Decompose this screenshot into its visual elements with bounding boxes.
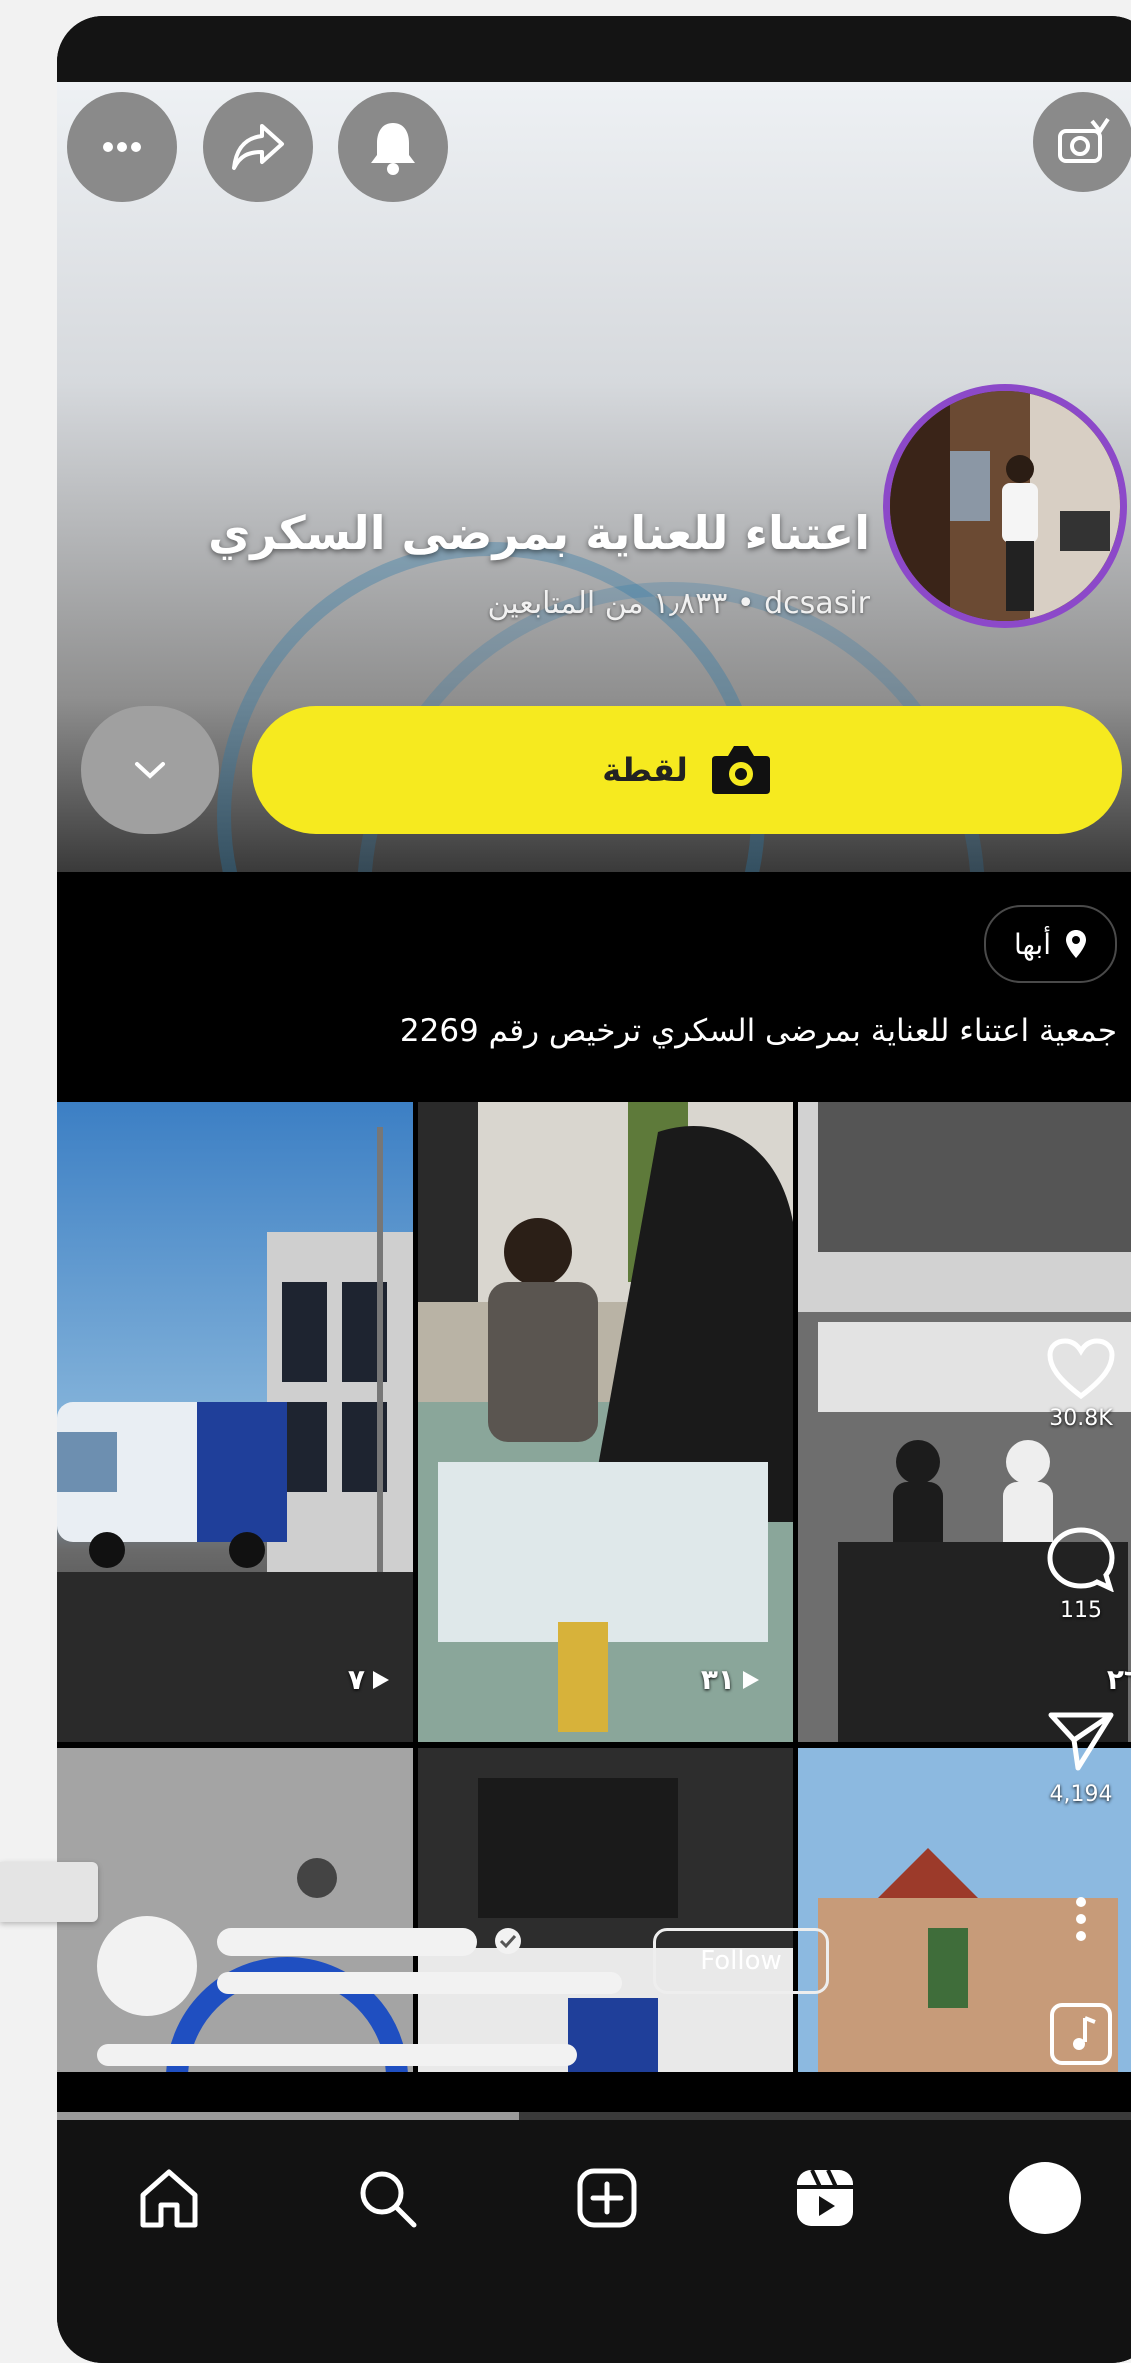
phone-screen: اعتناء للعناية بمرضى السكري dcsasir • ١٫… [57, 16, 1131, 2363]
reel-progress-fill [57, 2112, 519, 2120]
more-button[interactable] [67, 92, 177, 202]
tile-view-count: ٧ [348, 1663, 391, 1696]
tile-view-count: ٢٦ [1107, 1663, 1131, 1696]
camera-switch-button[interactable] [1033, 92, 1131, 192]
notification-button[interactable] [338, 92, 448, 202]
like-count: 30.8K [1049, 1406, 1113, 1431]
play-icon [373, 1670, 389, 1689]
send-icon [1048, 1712, 1114, 1771]
profile-name: اعتناء للعناية بمرضى السكري [208, 506, 870, 560]
avatar-photo [890, 391, 1120, 621]
snap-label: لقطة [602, 751, 688, 789]
tile-count-value: ٧ [347, 1663, 365, 1696]
nav-create[interactable] [567, 2158, 647, 2238]
status-bar [57, 16, 1131, 82]
more-dots-icon [103, 142, 141, 152]
author-avatar[interactable] [97, 1916, 197, 2016]
profile-header: اعتناء للعناية بمرضى السكري dcsasir • ١٫… [57, 82, 1131, 872]
share-count: 4,194 [1049, 1782, 1113, 1807]
bottom-nav [57, 2120, 1131, 2363]
nav-search[interactable] [347, 2158, 427, 2238]
snap-button[interactable]: لقطة [252, 706, 1122, 834]
tile-view-count: ٣١ [701, 1663, 761, 1696]
share-action[interactable]: 4,194 [1031, 1710, 1131, 1807]
comment-icon [1047, 1527, 1115, 1592]
reels-icon [797, 2169, 853, 2226]
location-pin-icon [1066, 930, 1086, 958]
follow-button[interactable]: Follow [653, 1928, 829, 1994]
nav-profile[interactable] [1005, 2158, 1085, 2238]
expand-button[interactable] [81, 706, 219, 834]
profile-description: جمعية اعتناء للعناية بمرضى السكري ترخيص … [399, 1013, 1117, 1049]
share-button[interactable] [203, 92, 313, 202]
caption-placeholder [97, 2044, 577, 2066]
author-name-placeholder [217, 1928, 477, 1956]
chevron-down-icon [135, 762, 165, 779]
location-label: أبها [1013, 927, 1051, 961]
tile-count-value: ٢٦ [1106, 1663, 1131, 1696]
create-icon [577, 2168, 637, 2228]
share-arrow-icon [232, 124, 284, 170]
search-icon [360, 2171, 417, 2228]
nav-reels[interactable] [785, 2158, 865, 2238]
camera-icon [711, 746, 770, 794]
grid-tile[interactable]: ٧ [57, 1102, 413, 1742]
grid-tile[interactable]: ٣١ [418, 1102, 793, 1742]
reel-progress-bar[interactable] [57, 2112, 1131, 2120]
verified-badge-icon [495, 1928, 521, 1954]
location-chip[interactable]: أبها [983, 905, 1117, 983]
heart-icon [1047, 1338, 1115, 1400]
play-icon [743, 1670, 759, 1689]
tile-image-kids [418, 1102, 793, 1742]
camera-switch-icon [1058, 117, 1110, 163]
nav-home[interactable] [129, 2158, 209, 2238]
comment-action[interactable]: 115 [1031, 1526, 1131, 1623]
side-tab [0, 1862, 98, 1922]
author-subtitle-placeholder [217, 1972, 622, 1994]
home-icon [140, 2169, 198, 2228]
bell-icon [371, 123, 415, 175]
like-action[interactable]: 30.8K [1031, 1338, 1131, 1431]
reel-author-overlay [57, 1876, 1131, 2072]
profile-avatar[interactable] [883, 384, 1127, 628]
comment-count: 115 [1060, 1598, 1102, 1623]
tile-image-van [57, 1127, 413, 1742]
tile-count-value: ٣١ [700, 1663, 735, 1696]
profile-subtitle: dcsasir • ١٫٨٣٣ من المتابعين [487, 586, 870, 621]
profile-avatar-icon [1009, 2162, 1081, 2234]
